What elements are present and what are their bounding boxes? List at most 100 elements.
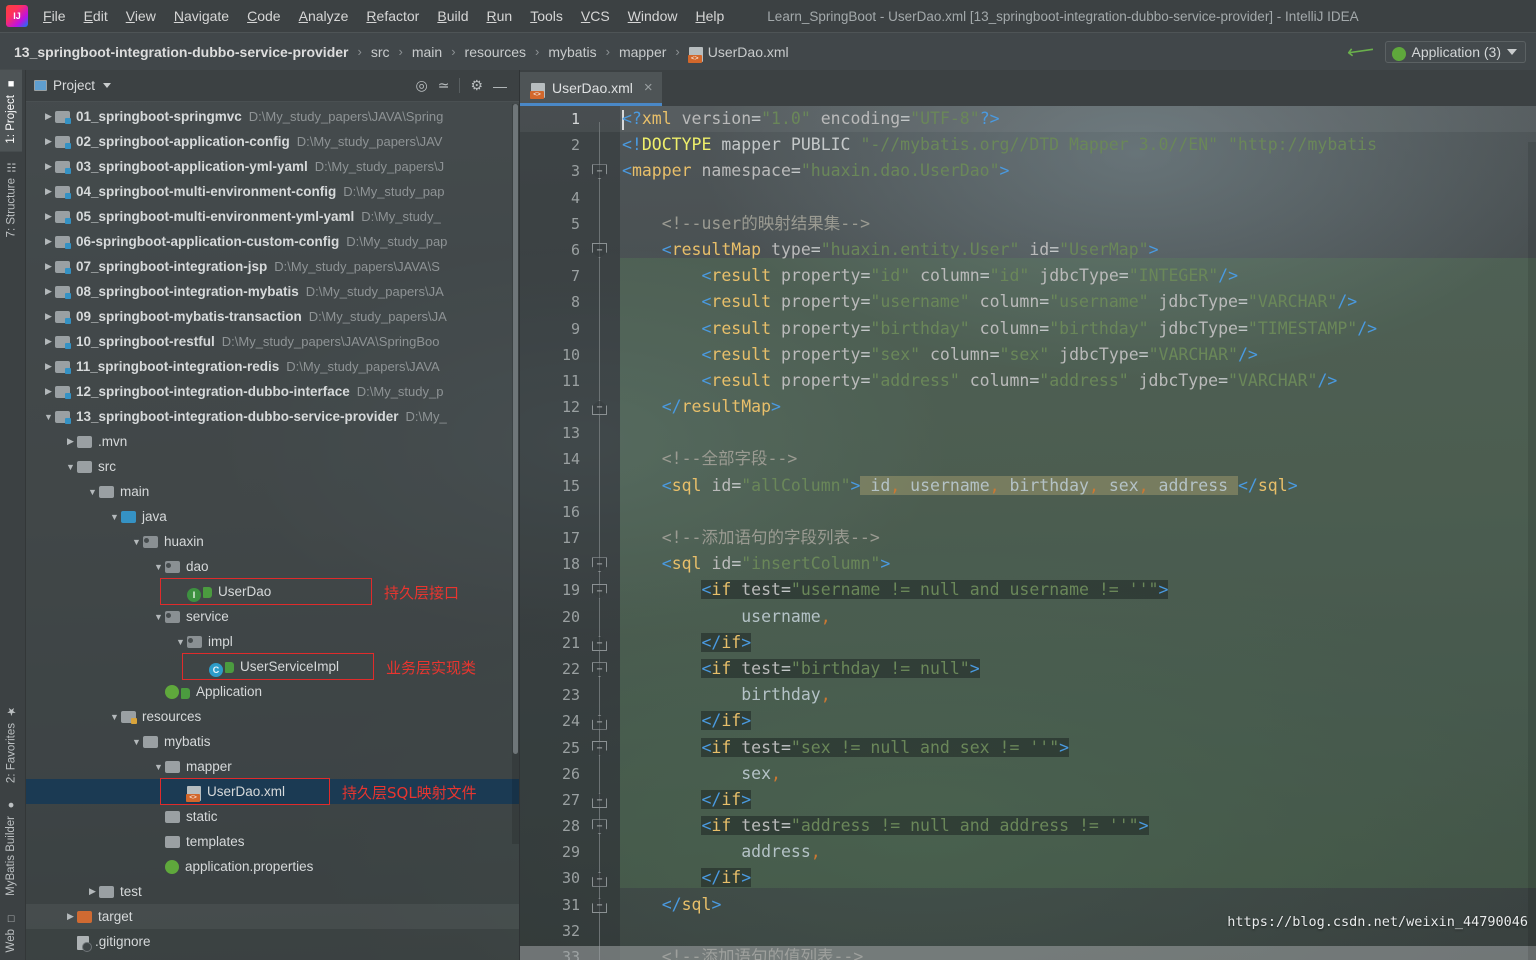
- chevron-down-icon[interactable]: ▼: [86, 487, 99, 497]
- fold-toggle-icon[interactable]: −: [592, 714, 607, 730]
- tree-node-02-springboot-application-config[interactable]: ▶ 02_springboot-application-config D:\My_s…: [26, 129, 519, 154]
- menu-item-tools[interactable]: Tools: [521, 5, 572, 27]
- tree-node-templates[interactable]: templates: [26, 829, 519, 854]
- code-folding-column[interactable]: − − − − − − − − − − − − −: [592, 106, 608, 960]
- breadcrumb-item-5[interactable]: mapper: [619, 44, 666, 60]
- chevron-down-icon[interactable]: ▼: [108, 712, 121, 722]
- code-line-3[interactable]: <mapper namespace="huaxin.dao.UserDao">: [620, 158, 1536, 184]
- tool-window-tab-favorites[interactable]: 2: Favorites ★: [0, 697, 23, 791]
- code-line-29[interactable]: address,: [620, 839, 1536, 865]
- project-scrollbar[interactable]: [512, 104, 519, 844]
- chevron-down-icon[interactable]: ▼: [152, 762, 165, 772]
- fold-toggle-icon[interactable]: −: [592, 164, 607, 180]
- code-line-21[interactable]: </if>: [620, 630, 1536, 656]
- breadcrumb-item-4[interactable]: mybatis: [548, 44, 596, 60]
- code-line-8[interactable]: <result property="username" column="user…: [620, 289, 1536, 315]
- code-line-14[interactable]: <!--全部字段-->: [620, 446, 1536, 472]
- project-tree[interactable]: ▶ 01_springboot-springmvc D:\My_study_pape…: [26, 102, 519, 960]
- chevron-down-icon[interactable]: [1507, 48, 1517, 55]
- chevron-down-icon[interactable]: ▼: [130, 537, 143, 547]
- menu-item-edit[interactable]: Edit: [75, 5, 117, 27]
- menu-item-view[interactable]: View: [117, 5, 165, 27]
- code-line-22[interactable]: <if test="birthday != null">: [620, 656, 1536, 682]
- tree-node-mapper[interactable]: ▼ mapper: [26, 754, 519, 779]
- tree-node-12-springboot-integration-dubbo-interface[interactable]: ▶ 12_springboot-integration-dubbo-interfa…: [26, 379, 519, 404]
- code-line-2[interactable]: <!DOCTYPE mapper PUBLIC "-//mybatis.org/…: [620, 132, 1536, 158]
- code-line-4[interactable]: [620, 185, 1536, 211]
- chevron-down-icon[interactable]: ▼: [152, 562, 165, 572]
- code-line-28[interactable]: <if test="address != null and address !=…: [620, 813, 1536, 839]
- hammer-icon[interactable]: ⟵: [1346, 39, 1376, 64]
- editor-tab-userdao-xml[interactable]: UserDao.xml ×: [520, 72, 662, 106]
- tree-node-09-springboot-mybatis-transaction[interactable]: ▶ 09_springboot-mybatis-transaction D:\My_…: [26, 304, 519, 329]
- code-line-19[interactable]: <if test="username != null and username …: [620, 577, 1536, 603]
- chevron-down-icon[interactable]: ▼: [42, 412, 55, 422]
- code-line-12[interactable]: </resultMap>: [620, 394, 1536, 420]
- chevron-right-icon[interactable]: ▶: [42, 386, 55, 397]
- tree-node-05-springboot-multi-environment-yml-yaml[interactable]: ▶ 05_springboot-multi-environment-yml-yam…: [26, 204, 519, 229]
- breadcrumb-file[interactable]: UserDao.xml: [687, 44, 789, 63]
- code-line-17[interactable]: <!--添加语句的字段列表-->: [620, 525, 1536, 551]
- tree-node-06-springboot-application-custom-config[interactable]: ▶ 06-springboot-application-custom-config…: [26, 229, 519, 254]
- breadcrumb-item-0[interactable]: 13_springboot-integration-dubbo-service-…: [14, 44, 348, 60]
- chevron-right-icon[interactable]: ▶: [42, 311, 55, 322]
- menu-item-window[interactable]: Window: [619, 5, 687, 27]
- fold-toggle-icon[interactable]: −: [592, 871, 607, 887]
- tree-node-huaxin[interactable]: ▼ huaxin: [26, 529, 519, 554]
- run-configuration-selector[interactable]: Application (3): [1384, 40, 1526, 63]
- tool-window-tab-web[interactable]: Web □: [0, 904, 22, 960]
- chevron-down-icon[interactable]: ▼: [152, 612, 165, 622]
- menu-item-analyze[interactable]: Analyze: [290, 5, 358, 27]
- tree-node-04-springboot-multi-environment-config[interactable]: ▶ 04_springboot-multi-environment-config D…: [26, 179, 519, 204]
- tree-node-01-springboot-springmvc[interactable]: ▶ 01_springboot-springmvc D:\My_study_pape…: [26, 104, 519, 129]
- fold-toggle-icon[interactable]: −: [592, 740, 607, 756]
- chevron-right-icon[interactable]: ▶: [42, 111, 55, 122]
- chevron-right-icon[interactable]: ▶: [64, 911, 77, 922]
- menu-item-code[interactable]: Code: [238, 5, 289, 27]
- editor-scrollbar[interactable]: [1528, 142, 1536, 960]
- collapse-all-icon[interactable]: ≃: [438, 77, 450, 94]
- fold-toggle-icon[interactable]: −: [592, 243, 607, 258]
- tree-node-03-springboot-application-yml-yaml[interactable]: ▶ 03_springboot-application-yml-yaml D:\My…: [26, 154, 519, 179]
- code-line-30[interactable]: </if>: [620, 865, 1536, 891]
- code-line-6[interactable]: <resultMap type="huaxin.entity.User" id=…: [620, 237, 1536, 263]
- tree-node-11-springboot-integration-redis[interactable]: ▶ 11_springboot-integration-redis D:\My_st…: [26, 354, 519, 379]
- tree-node-application[interactable]: Application: [26, 679, 519, 704]
- tree-node-java[interactable]: ▼ java: [26, 504, 519, 529]
- chevron-down-icon[interactable]: ▼: [174, 637, 187, 647]
- code-line-20[interactable]: username,: [620, 604, 1536, 630]
- code-content[interactable]: <?xml version="1.0" encoding="UTF-8"?> <!…: [620, 106, 1536, 960]
- fold-toggle-icon[interactable]: −: [592, 898, 607, 913]
- code-line-5[interactable]: <!--user的映射结果集-->: [620, 211, 1536, 237]
- fold-toggle-icon[interactable]: −: [592, 583, 607, 599]
- tree-node-application-properties[interactable]: application.properties: [26, 854, 519, 879]
- chevron-right-icon[interactable]: ▶: [86, 886, 99, 897]
- fold-toggle-icon[interactable]: −: [592, 636, 607, 651]
- tree-node-src[interactable]: ▼ src: [26, 454, 519, 479]
- menu-item-build[interactable]: Build: [428, 5, 477, 27]
- menu-item-navigate[interactable]: Navigate: [165, 5, 238, 27]
- settings-gear-icon[interactable]: ⚙: [470, 77, 483, 94]
- chevron-right-icon[interactable]: ▶: [42, 361, 55, 372]
- tree-node--mvn[interactable]: ▶ .mvn: [26, 429, 519, 454]
- chevron-down-icon[interactable]: [103, 83, 112, 88]
- tree-node-static[interactable]: static: [26, 804, 519, 829]
- chevron-right-icon[interactable]: ▶: [42, 286, 55, 297]
- chevron-right-icon[interactable]: ▶: [64, 436, 77, 447]
- chevron-right-icon[interactable]: ▶: [42, 186, 55, 197]
- code-line-10[interactable]: <result property="sex" column="sex" jdbc…: [620, 342, 1536, 368]
- tree-node-10-springboot-restful[interactable]: ▶ 10_springboot-restful D:\My_study_papers…: [26, 329, 519, 354]
- fold-toggle-icon[interactable]: −: [592, 819, 607, 835]
- close-icon[interactable]: ×: [644, 79, 653, 96]
- chevron-right-icon[interactable]: ▶: [42, 236, 55, 247]
- code-line-13[interactable]: [620, 420, 1536, 446]
- tree-node-target[interactable]: ▶ target: [26, 904, 519, 929]
- tree-node-resources[interactable]: ▼ resources: [26, 704, 519, 729]
- editor-gutter[interactable]: 1 2 3 4 5 6 7 8 9 10 11 12 13 14 15 16 17 18 19 20 21 22 23 24 2…: [520, 106, 620, 960]
- tree-node-impl[interactable]: ▼ impl: [26, 629, 519, 654]
- locate-icon[interactable]: ◎: [415, 77, 427, 94]
- menu-item-refactor[interactable]: Refactor: [357, 5, 428, 27]
- chevron-right-icon[interactable]: ▶: [42, 161, 55, 172]
- code-line-23[interactable]: birthday,: [620, 682, 1536, 708]
- tool-window-tab-project[interactable]: 1: Project ■: [0, 70, 22, 152]
